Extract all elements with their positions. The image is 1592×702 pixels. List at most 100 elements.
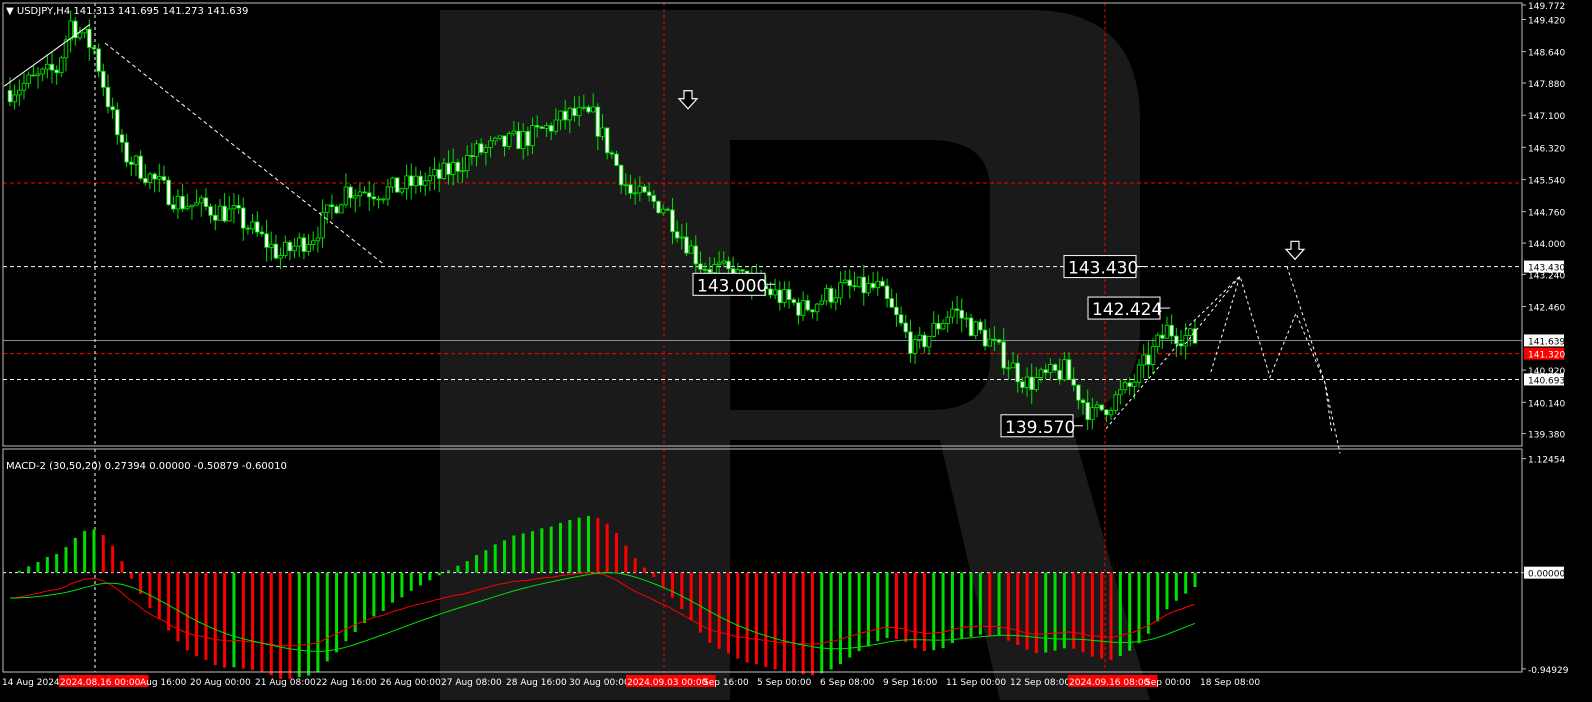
candle-body	[674, 231, 680, 239]
candle-body	[1164, 324, 1170, 339]
candle-body	[656, 200, 661, 214]
candle-body	[698, 263, 703, 270]
candle-body	[483, 147, 489, 153]
candle-body	[595, 106, 601, 137]
macd-panel	[3, 516, 1522, 680]
candle-body	[894, 306, 899, 316]
candle-body	[544, 125, 549, 129]
candle-body	[87, 28, 92, 48]
candle-body	[810, 309, 815, 313]
candle-body	[236, 205, 241, 209]
time-label: 6 Sep 08:00	[820, 678, 875, 688]
time-label: 21 Aug 08:00	[255, 678, 316, 688]
candle-body	[329, 204, 335, 208]
candle-body	[931, 322, 936, 337]
candle-body	[1174, 335, 1179, 345]
candle-body	[861, 276, 867, 294]
chart-canvas[interactable]: 143.000 143.430 142.424 139.570 149.772 149.…	[0, 0, 1592, 702]
candle-body	[922, 334, 927, 348]
candle-body	[31, 74, 36, 77]
candle-body	[157, 176, 162, 180]
forecast-path-2	[1286, 266, 1333, 434]
time-label: 2024.08.16 00:00	[60, 678, 141, 688]
high-value: 141.695	[117, 6, 160, 17]
candle-body	[59, 57, 64, 74]
candle-body	[166, 179, 171, 206]
candle-body	[1080, 399, 1086, 404]
candle-body	[110, 106, 115, 111]
macd-tick-label: -0.94929	[1528, 666, 1569, 676]
candle-body	[334, 206, 339, 214]
candle-body	[1136, 364, 1142, 383]
candle-body	[1118, 389, 1123, 396]
candle-body	[1108, 410, 1114, 416]
candle-body	[814, 303, 820, 313]
low-value: 141.273	[162, 6, 204, 17]
price-tick-label: 144.760	[1528, 209, 1565, 219]
candle-body	[721, 260, 727, 264]
time-label: 20 Aug 00:00	[190, 678, 251, 688]
candle-body	[1141, 354, 1146, 366]
collapse-icon[interactable]: ▼	[6, 6, 14, 17]
forecast-path	[1184, 275, 1341, 454]
candle-body	[847, 279, 853, 287]
candle-body	[558, 110, 563, 121]
candle-body	[1034, 377, 1039, 390]
candle-body	[1052, 364, 1058, 371]
candle-body	[348, 186, 353, 199]
candle-body	[856, 276, 862, 288]
candle-body	[632, 192, 638, 195]
candle-body	[726, 260, 731, 270]
candle-body	[469, 155, 475, 158]
candle-body	[422, 180, 428, 186]
candle-body	[129, 161, 134, 165]
candle-body	[320, 211, 325, 239]
time-label: 2024.09.16 08:00	[1069, 678, 1150, 688]
macd-value-4: -0.60010	[241, 461, 287, 472]
candle-body	[772, 289, 778, 296]
candle-body	[651, 195, 657, 202]
candle-body	[777, 289, 783, 304]
candle-body	[385, 186, 391, 200]
macd-badge-label: 0.00000	[1528, 570, 1565, 580]
candle-body	[520, 131, 526, 150]
candle-body	[362, 191, 367, 194]
candle-body	[357, 191, 363, 197]
candle-body	[446, 162, 451, 175]
candle-body	[511, 130, 517, 135]
candle-body	[390, 177, 395, 188]
candle-body	[712, 264, 717, 274]
candle-body	[175, 195, 181, 210]
candle-body	[245, 227, 251, 230]
candle-body	[968, 317, 974, 337]
candle-body	[40, 68, 45, 75]
candle-body	[525, 131, 531, 147]
candle-body	[1048, 364, 1053, 374]
price-tick-label: 146.320	[1528, 144, 1565, 154]
candle-body	[432, 169, 437, 177]
candle-body	[1001, 341, 1006, 369]
time-label: Aug 16:00	[140, 678, 187, 688]
candle-body	[590, 106, 596, 113]
open-value: 141.313	[73, 6, 115, 17]
down-arrow-icon	[1284, 240, 1306, 261]
candle-body	[870, 282, 876, 289]
candle-body	[213, 214, 218, 221]
price-tick-label: 139.380	[1528, 431, 1565, 441]
candle-body	[646, 191, 652, 196]
candle-body	[506, 133, 512, 147]
candle-body	[488, 140, 493, 148]
time-label: 30 Aug 00:00	[569, 678, 630, 688]
candle-body	[926, 335, 932, 348]
candle-body	[903, 322, 908, 333]
candle-body	[413, 175, 419, 187]
candle-body	[273, 243, 279, 259]
candle-body	[1132, 381, 1137, 387]
candle-body	[973, 321, 978, 337]
symbol-label: USDJPY,H4	[16, 6, 71, 17]
candle-body	[1010, 362, 1016, 369]
candle-body	[1071, 378, 1076, 386]
macd-value-3: -0.50879	[193, 461, 239, 472]
candle-body	[642, 186, 647, 193]
candle-body	[516, 130, 521, 150]
